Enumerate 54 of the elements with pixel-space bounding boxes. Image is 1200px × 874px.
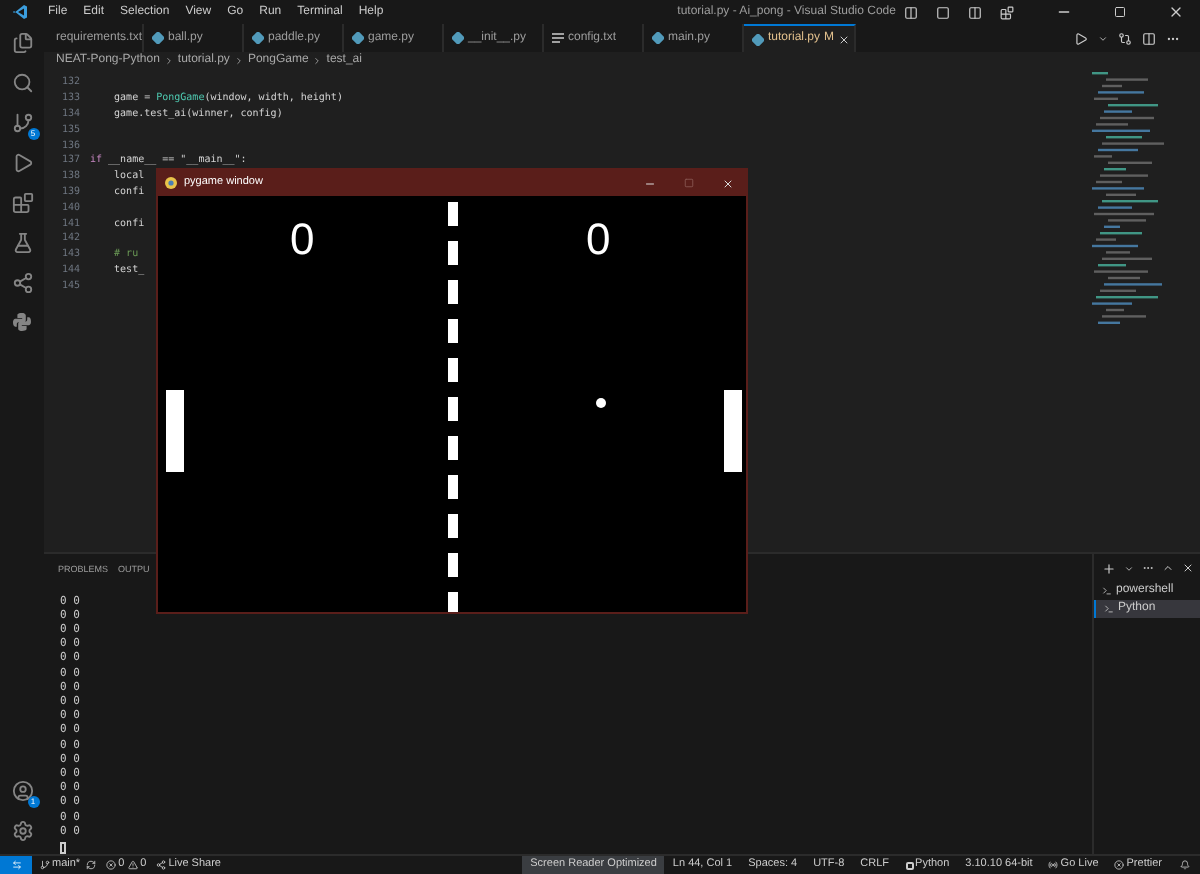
chevron-icon — [163, 55, 174, 65]
customize-layout-icon[interactable] — [1000, 5, 1014, 19]
python-file-icon — [252, 32, 264, 44]
python-icon[interactable] — [12, 312, 32, 332]
settings-icon[interactable] — [11, 820, 33, 842]
score: 0 — [586, 218, 611, 262]
compare-icon[interactable] — [1118, 31, 1132, 45]
search-icon[interactable] — [11, 72, 33, 94]
explorer-icon[interactable] — [11, 32, 33, 54]
caret-icon[interactable] — [1098, 33, 1108, 43]
flask-icon[interactable] — [11, 232, 33, 254]
paddle — [166, 390, 184, 472]
maximize-icon[interactable] — [1114, 6, 1126, 18]
close-panel-icon[interactable] — [1182, 562, 1194, 574]
notifications-icon[interactable] — [1180, 860, 1190, 870]
remote-icon — [11, 860, 21, 870]
caret-icon[interactable] — [1124, 563, 1134, 573]
paddle — [724, 390, 742, 472]
python-file-icon — [752, 33, 764, 45]
branch-icon[interactable] — [11, 112, 33, 134]
score: 0 — [290, 218, 315, 262]
run-icon[interactable] — [11, 152, 33, 174]
python-file-icon — [152, 32, 164, 44]
live-share-icon — [156, 860, 167, 870]
chevron-icon — [312, 55, 323, 65]
split-editor-icon[interactable] — [1142, 31, 1156, 45]
close-icon[interactable] — [722, 177, 734, 189]
close-tab-icon[interactable] — [838, 33, 851, 45]
branch-icon — [40, 860, 50, 870]
text-file-icon — [552, 32, 564, 44]
close-icon[interactable] — [1168, 4, 1184, 20]
sidebar-toggle-icon[interactable] — [904, 5, 918, 19]
app-logo-icon — [12, 4, 28, 20]
terminal-icon — [1102, 586, 1112, 596]
layout-icon[interactable] — [968, 5, 982, 19]
python-file-icon — [452, 32, 464, 44]
python-file-icon — [352, 32, 364, 44]
run-file-icon[interactable] — [1074, 31, 1088, 45]
sync-icon[interactable] — [86, 860, 97, 870]
broadcast-icon — [1048, 860, 1059, 870]
panel-toggle-icon[interactable] — [936, 5, 950, 19]
blocked-icon — [1114, 860, 1125, 870]
terminal-icon — [1104, 604, 1114, 614]
share-icon[interactable] — [11, 272, 33, 294]
maximize-icon — [684, 178, 694, 188]
extensions-icon[interactable] — [11, 192, 33, 214]
new-terminal-icon[interactable] — [1102, 561, 1116, 575]
account-icon[interactable] — [11, 780, 33, 802]
maximize-panel-icon[interactable] — [1162, 562, 1174, 574]
python-file-icon — [652, 32, 664, 44]
warning-icon — [128, 860, 139, 870]
chevron-icon — [233, 55, 244, 65]
error-icon — [106, 860, 117, 870]
minimize-icon[interactable] — [644, 177, 656, 189]
